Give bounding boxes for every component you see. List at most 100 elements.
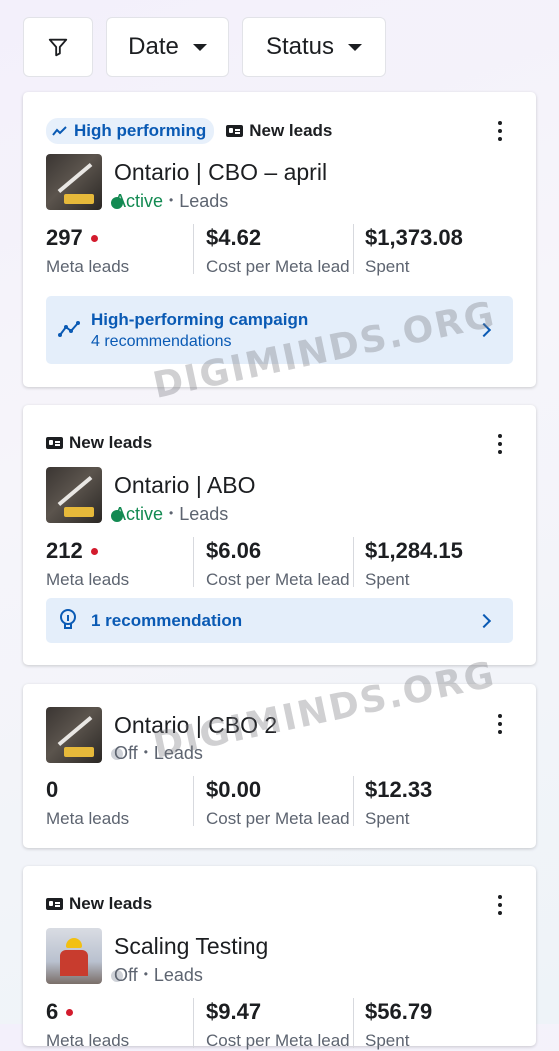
campaign-tags: High performing New leads (46, 118, 332, 144)
recommendation-count: 4 recommendations (91, 333, 232, 350)
metric-label: Meta leads (46, 1031, 130, 1050)
lead-card-icon (46, 437, 63, 449)
new-indicator-dot (90, 547, 98, 555)
recommendation-banner[interactable]: 1 recommendation (46, 598, 513, 643)
divider (193, 998, 194, 1048)
date-filter-label: Date (128, 33, 179, 60)
metric-value: 297 (46, 225, 83, 250)
metric-spent: $1,373.08 Spent (365, 225, 463, 277)
metric-cost-per-lead: $4.62 Cost per Meta lead (206, 225, 350, 277)
campaign-card[interactable]: Ontario | CBO 2 Off • Leads 0 Meta leads $… (23, 684, 536, 848)
status-filter-dropdown[interactable]: Status (242, 17, 386, 77)
campaign-tags: New leads (46, 433, 152, 453)
filter-icon (48, 38, 68, 57)
metric-spent: $56.79 Spent (365, 999, 432, 1051)
campaign-objective: Leads (179, 191, 229, 211)
metric-value: 6 (46, 999, 59, 1024)
metric-label: Spent (365, 257, 410, 276)
performance-chart-icon (58, 321, 80, 337)
campaign-thumbnail (46, 928, 102, 984)
new-indicator-dot (90, 234, 98, 242)
metric-spent: $12.33 Spent (365, 777, 432, 829)
metric-value: $0.00 (206, 777, 262, 802)
new-leads-label: New leads (69, 433, 153, 452)
metric-value: $12.33 (365, 777, 433, 802)
campaign-name[interactable]: Ontario | CBO – april (114, 159, 327, 186)
divider (193, 537, 194, 587)
campaign-objective: Leads (179, 504, 229, 524)
chevron-down-icon (348, 43, 363, 51)
chevron-down-icon (192, 43, 207, 51)
campaign-status: Active (114, 191, 164, 211)
campaign-status: Active (114, 504, 164, 524)
lead-card-icon (226, 125, 244, 137)
high-performing-badge: High performing (46, 118, 215, 144)
divider (193, 224, 194, 274)
metric-cost-per-lead: $6.06 Cost per Meta lead (206, 538, 350, 590)
campaign-status-line: Active • Leads (114, 504, 229, 524)
metric-spent: $1,284.15 Spent (365, 538, 463, 590)
campaign-status-line: Active • Leads (114, 191, 229, 211)
metric-label: Meta leads (46, 809, 130, 828)
lead-card-icon (46, 898, 63, 910)
metric-value: $9.47 (206, 999, 262, 1024)
metric-value: $6.06 (206, 538, 262, 563)
new-leads-badge: New leads (46, 433, 152, 453)
campaign-tags: New leads (46, 894, 152, 914)
more-options-icon[interactable] (498, 714, 502, 734)
campaign-card[interactable]: New leads Ontario | ABO Active • Leads 212… (23, 405, 536, 665)
campaign-status-line: Off • Leads (114, 965, 203, 985)
metric-meta-leads: 0 Meta leads (46, 777, 129, 829)
more-options-icon[interactable] (498, 895, 502, 915)
more-options-icon[interactable] (498, 434, 502, 454)
metric-label: Cost per Meta lead (206, 1031, 350, 1050)
metric-label: Spent (365, 809, 410, 828)
metric-label: Cost per Meta lead (206, 257, 350, 276)
status-filter-label: Status (265, 33, 335, 60)
divider (353, 776, 354, 826)
divider (353, 224, 354, 274)
metric-cost-per-lead: $0.00 Cost per Meta lead (206, 777, 350, 829)
chevron-right-icon (476, 322, 492, 338)
campaign-status: Off (114, 965, 138, 985)
campaign-card[interactable]: New leads Scaling Testing Off • Leads 6 Me… (23, 866, 536, 1050)
more-options-icon[interactable] (498, 121, 502, 141)
divider (193, 776, 194, 826)
campaign-objective: Leads (153, 965, 203, 985)
campaign-name[interactable]: Scaling Testing (114, 933, 268, 960)
recommendation-title: 1 recommendation (91, 611, 243, 630)
trend-up-icon (52, 126, 67, 136)
metric-value: $56.79 (365, 999, 433, 1024)
metric-label: Cost per Meta lead (206, 809, 350, 828)
new-indicator-dot (66, 1008, 74, 1016)
filter-button[interactable] (23, 17, 93, 77)
recommendation-title: High-performing campaign (91, 310, 309, 329)
divider (353, 537, 354, 587)
metric-label: Spent (365, 1031, 410, 1050)
date-filter-dropdown[interactable]: Date (106, 17, 229, 77)
filter-bar: Date Status (23, 17, 386, 77)
metric-meta-leads: 297 Meta leads (46, 225, 129, 277)
campaign-card[interactable]: High performing New leads Ontario | CBO … (23, 92, 536, 387)
campaign-status: Off (114, 743, 138, 763)
new-leads-label: New leads (249, 121, 333, 140)
lightbulb-icon (60, 609, 76, 629)
metric-label: Spent (365, 570, 410, 589)
metric-label: Meta leads (46, 257, 130, 276)
recommendation-banner[interactable]: High-performing campaign 4 recommendatio… (46, 296, 513, 364)
campaign-thumbnail (46, 154, 102, 210)
divider (353, 998, 354, 1048)
high-performing-label: High performing (74, 121, 207, 140)
campaign-objective: Leads (153, 743, 203, 763)
metric-label: Cost per Meta lead (206, 570, 350, 589)
metric-label: Meta leads (46, 570, 130, 589)
campaign-name[interactable]: Ontario | ABO (114, 472, 255, 499)
new-leads-badge: New leads (46, 894, 152, 914)
metric-value: $1,284.15 (365, 538, 463, 563)
new-leads-label: New leads (69, 894, 153, 913)
metric-value: $1,373.08 (365, 225, 463, 250)
chevron-right-icon (476, 613, 492, 629)
campaign-name[interactable]: Ontario | CBO 2 (114, 712, 277, 739)
campaign-thumbnail (46, 707, 102, 763)
campaign-status-line: Off • Leads (114, 743, 203, 763)
